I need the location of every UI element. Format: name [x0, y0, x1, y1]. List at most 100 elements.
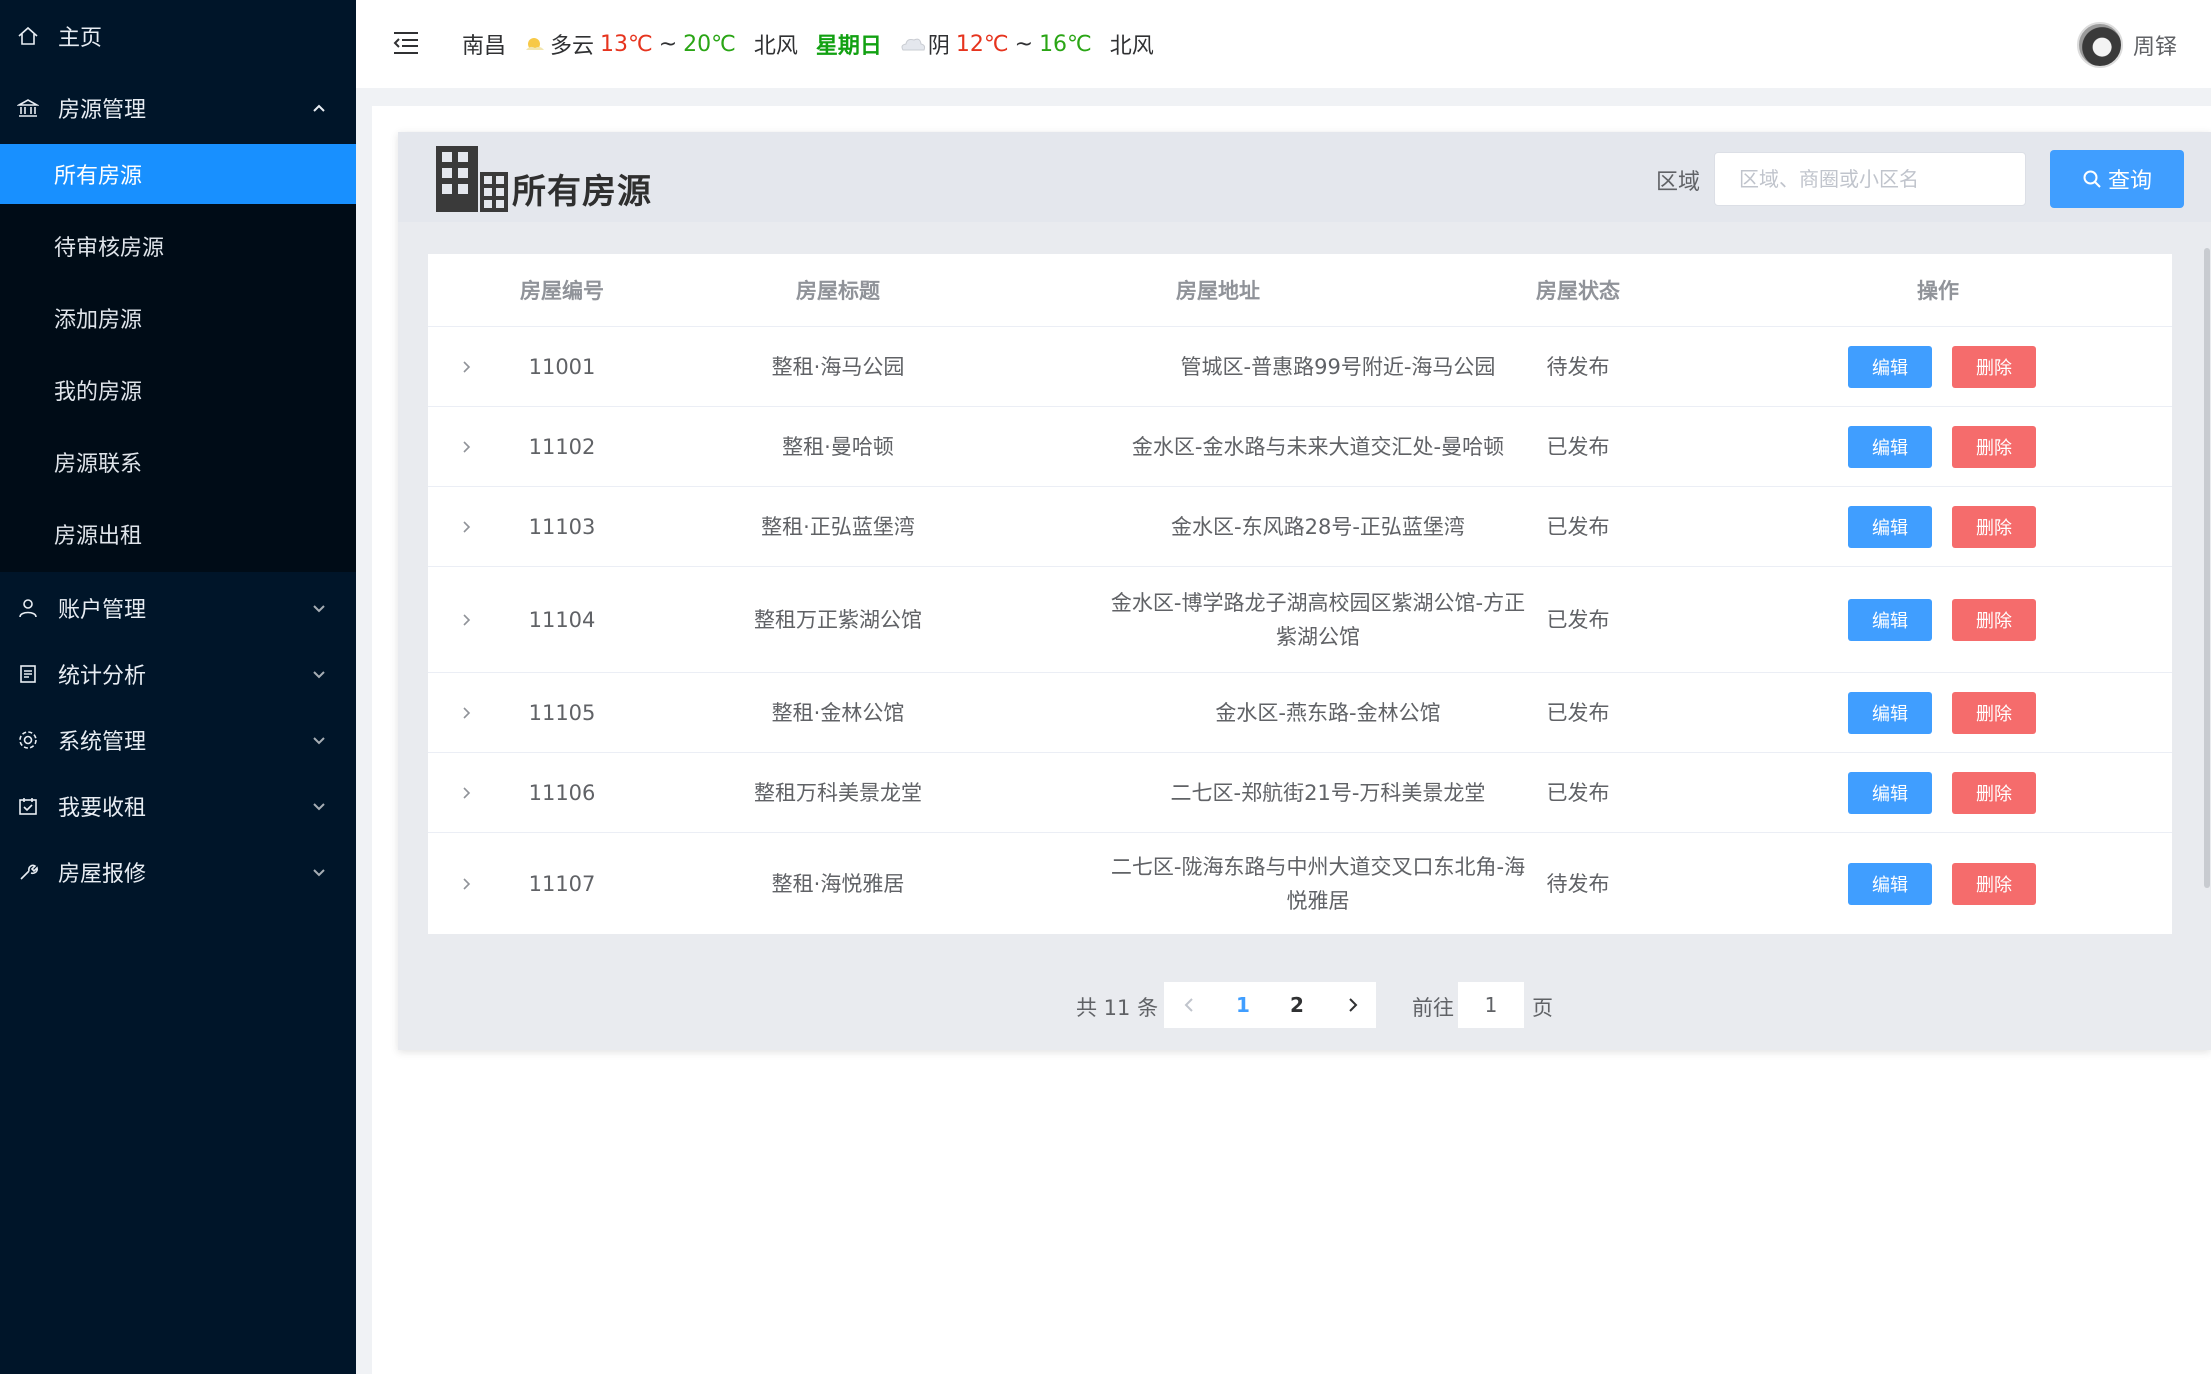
cell-id: 11107 [528, 871, 596, 896]
menu-system-management[interactable]: 系统管理 [0, 704, 356, 776]
weather-today-wind: 北风 [753, 34, 798, 59]
weather-tomorrow-separator: ~ [1014, 31, 1034, 57]
submenu-all-houses[interactable]: 所有房源 [0, 144, 356, 204]
weather-today-condition: 多云 [550, 34, 595, 59]
expand-chevron-icon[interactable] [458, 358, 476, 376]
delete-button[interactable]: 删除 [1952, 425, 2036, 468]
expand-chevron-icon[interactable] [458, 875, 476, 893]
cell-status: 待发布 [1546, 871, 1610, 896]
edit-button[interactable]: 编辑 [1848, 425, 1932, 468]
cell-title: 整租·海马公园 [771, 354, 905, 379]
weather-tomorrow-high: 16℃ [1039, 31, 1092, 57]
chevron-down-icon [313, 671, 325, 679]
expand-chevron-icon[interactable] [458, 438, 476, 456]
cell-address: 金水区-博学路龙子湖高校园区紫湖公馆-方正紫湖公馆 [1110, 590, 1526, 649]
column-header-actions: 操作 [1917, 279, 1959, 303]
delete-button[interactable]: 删除 [1952, 691, 2036, 734]
submenu-add-house[interactable]: 添加房源 [0, 288, 356, 348]
home-icon [16, 24, 40, 48]
pagination-page-2[interactable]: 2 [1282, 982, 1312, 1028]
cell-title: 整租万正紫湖公馆 [754, 607, 922, 632]
search-button[interactable]: 查询 [2050, 150, 2184, 208]
top-header: 南昌 多云 13℃ ~ 20℃ 北风 星期日 阴 12℃ ~ 16℃ 北风 周铎 [356, 0, 2211, 88]
user-menu[interactable]: 周铎 [2076, 22, 2177, 68]
cell-title: 整租·曼哈顿 [782, 434, 894, 459]
cell-address: 金水区-东风路28号-正弘蓝堡湾 [1171, 514, 1465, 539]
sidebar: 主页 房源管理 所有房源 待审核房源 添加房源 我的房源 房源联系 房源出租 账… [0, 0, 356, 1374]
pagination-page-1[interactable]: 1 [1228, 982, 1258, 1028]
houses-table: 房屋编号 房屋标题 房屋地址 房屋状态 操作 11001 整租·海马公园 管城区… [428, 254, 2172, 934]
menu-fold-icon[interactable] [392, 30, 420, 56]
weather-city: 南昌 [462, 34, 507, 59]
edit-button[interactable]: 编辑 [1848, 771, 1932, 814]
cell-address: 金水区-金水路与未来大道交汇处-曼哈顿 [1131, 434, 1505, 459]
cell-id: 11105 [528, 700, 596, 725]
menu-rent-label: 我要收租 [58, 796, 147, 821]
menu-rent-collection[interactable]: 我要收租 [0, 770, 356, 842]
expand-chevron-icon[interactable] [458, 518, 476, 536]
cell-address: 金水区-燕东路-金林公馆 [1215, 700, 1441, 725]
expand-chevron-icon[interactable] [458, 784, 476, 802]
cell-title: 整租·金林公馆 [771, 700, 905, 725]
pagination-goto-label: 前往 [1412, 996, 1454, 1020]
menu-statistics[interactable]: 统计分析 [0, 638, 356, 710]
edit-button[interactable]: 编辑 [1848, 598, 1932, 641]
pagination-pager: 1 2 [1164, 982, 1376, 1028]
menu-housing-management[interactable]: 房源管理 [0, 72, 356, 144]
submenu-pending-review[interactable]: 待审核房源 [0, 216, 356, 276]
chevron-right-icon[interactable] [1342, 994, 1364, 1016]
expand-chevron-icon[interactable] [458, 704, 476, 722]
search-icon [2083, 170, 2101, 188]
weather-tomorrow-wind: 北风 [1109, 34, 1154, 59]
menu-account-label: 账户管理 [58, 598, 147, 623]
table-row: 11105 整租·金林公馆 金水区-燕东路-金林公馆 已发布 编辑 删除 [428, 672, 2172, 752]
document-icon [16, 662, 40, 686]
wrench-icon [16, 860, 40, 884]
submenu-housing: 所有房源 待审核房源 添加房源 我的房源 房源联系 房源出租 [0, 144, 356, 572]
vertical-scrollbar[interactable] [2204, 248, 2210, 888]
cell-id: 11001 [528, 354, 596, 379]
card-header: 所有房源 区域 查询 [398, 132, 2211, 222]
edit-button[interactable]: 编辑 [1848, 345, 1932, 388]
column-header-title: 房屋标题 [796, 279, 880, 303]
chevron-left-icon[interactable] [1178, 994, 1200, 1016]
weather-widget: 南昌 多云 13℃ ~ 20℃ 北风 星期日 阴 12℃ ~ 16℃ 北风 [462, 28, 1160, 60]
cell-title: 整租万科美景龙堂 [754, 780, 922, 805]
delete-button[interactable]: 删除 [1952, 862, 2036, 905]
chevron-down-icon [313, 869, 325, 877]
chevron-down-icon [313, 803, 325, 811]
sun-cloud-icon [526, 38, 545, 50]
cell-address: 二七区-陇海东路与中州大道交叉口东北角-海悦雅居 [1110, 854, 1526, 913]
cell-address: 管城区-普惠路99号附近-海马公园 [1180, 354, 1496, 379]
delete-button[interactable]: 删除 [1952, 345, 2036, 388]
weather-tomorrow-low: 12℃ [955, 31, 1009, 57]
building-icon [436, 146, 508, 212]
pagination-goto-input[interactable] [1458, 982, 1524, 1028]
submenu-house-rental[interactable]: 房源出租 [0, 504, 356, 564]
menu-home[interactable]: 主页 [0, 0, 356, 72]
user-name: 周铎 [2132, 35, 2177, 60]
menu-housing-label: 房源管理 [58, 98, 147, 123]
cell-id: 11104 [528, 607, 596, 632]
edit-button[interactable]: 编辑 [1848, 862, 1932, 905]
submenu-my-houses[interactable]: 我的房源 [0, 360, 356, 420]
cell-id: 11102 [528, 434, 596, 459]
edit-button[interactable]: 编辑 [1848, 505, 1932, 548]
submenu-house-contact[interactable]: 房源联系 [0, 432, 356, 492]
chevron-down-icon [313, 605, 325, 613]
avatar[interactable] [2076, 22, 2123, 68]
menu-house-repair[interactable]: 房屋报修 [0, 836, 356, 908]
menu-home-label: 主页 [58, 26, 103, 51]
search-input[interactable] [1714, 152, 2026, 206]
table-row: 11107 整租·海悦雅居 二七区-陇海东路与中州大道交叉口东北角-海悦雅居 待… [428, 832, 2172, 934]
delete-button[interactable]: 删除 [1952, 505, 2036, 548]
delete-button[interactable]: 删除 [1952, 771, 2036, 814]
menu-account-management[interactable]: 账户管理 [0, 572, 356, 644]
delete-button[interactable]: 删除 [1952, 598, 2036, 641]
weather-tomorrow-condition: 阴 [927, 34, 950, 59]
expand-chevron-icon[interactable] [458, 611, 476, 629]
edit-button[interactable]: 编辑 [1848, 691, 1932, 734]
weather-today-low: 13℃ [600, 31, 653, 57]
table-row: 11001 整租·海马公园 管城区-普惠路99号附近-海马公园 待发布 编辑 删… [428, 326, 2172, 406]
cloud-icon [901, 38, 925, 51]
